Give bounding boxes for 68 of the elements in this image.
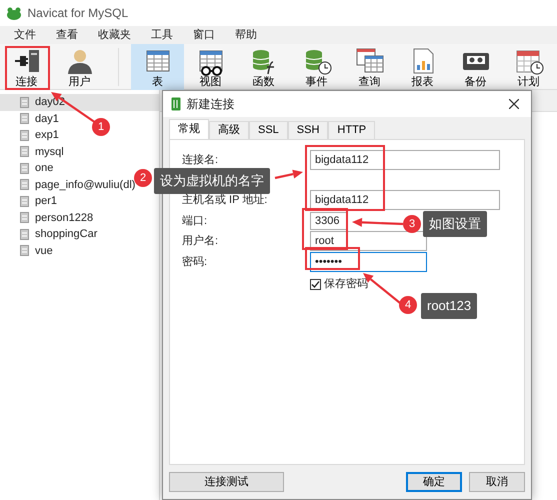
connection-item[interactable]: vue	[0, 242, 53, 259]
field-label: 连接名:	[182, 152, 220, 168]
database-icon	[20, 196, 29, 207]
menu-item[interactable]: 文件	[4, 26, 46, 44]
checkbox[interactable]	[310, 278, 321, 290]
field-label: 密码:	[182, 254, 208, 270]
dialog-title: 新建连接	[186, 96, 236, 113]
database-icon	[20, 146, 29, 158]
connection-item[interactable]: exp1	[0, 127, 59, 144]
toolbar-button[interactable]: 函数	[237, 44, 290, 90]
database-icon	[20, 179, 29, 190]
toolbar-button[interactable]: 查询	[343, 44, 396, 90]
menu-item[interactable]: 工具	[141, 26, 183, 44]
window-title: Navicat for MySQL	[28, 5, 128, 22]
toolbar-button[interactable]: 视图	[184, 44, 237, 90]
connection-item[interactable]: page_info@wuliu(dl)	[0, 176, 136, 193]
input-field[interactable]: bigdata112	[310, 190, 500, 210]
field-label: 用户名:	[182, 234, 220, 249]
toolbar-button[interactable]: 连接	[0, 44, 53, 90]
dialog-button[interactable]: 取消	[469, 472, 525, 492]
connection-item[interactable]: shoppingCar	[0, 226, 98, 242]
toolbar-button[interactable]: 用户	[53, 44, 106, 90]
tab[interactable]: 高级	[209, 121, 249, 139]
checkbox-label: 保存密码	[324, 276, 368, 292]
field-label: 主机名或 IP 地址:	[182, 192, 268, 208]
dialog-button[interactable]: 连接测试	[169, 472, 284, 492]
toolbar-button[interactable]: 表	[131, 44, 184, 90]
toolbar-button[interactable]: 计划	[502, 44, 555, 90]
tab[interactable]: SSL	[249, 121, 288, 139]
app-logo-icon	[6, 6, 22, 20]
toolbar-button[interactable]: 备份	[449, 44, 502, 90]
menu-item[interactable]: 帮助	[225, 26, 267, 44]
database-icon	[20, 228, 29, 240]
database-icon	[20, 162, 29, 174]
dialog-button[interactable]: 确定	[406, 472, 462, 492]
arrow	[274, 170, 303, 180]
input-field[interactable]: bigdata112	[310, 150, 500, 170]
database-icon	[20, 130, 29, 141]
field-label: 端口:	[182, 214, 208, 229]
database-icon	[20, 212, 29, 224]
input-field[interactable]: root	[310, 231, 427, 251]
database-icon	[20, 245, 29, 256]
toolbar-button[interactable]: 报表	[396, 44, 449, 90]
connection-item[interactable]: mysql	[0, 144, 64, 160]
connection-item[interactable]: person1228	[0, 210, 94, 226]
tab[interactable]: HTTP	[328, 121, 376, 139]
tab[interactable]: SSH	[288, 121, 328, 139]
callout-label: root123	[421, 293, 478, 318]
input-field[interactable]: 3306	[310, 212, 348, 230]
callout-label: 设为虚拟机的名字	[154, 168, 270, 194]
database-icon	[20, 96, 29, 108]
connection-item[interactable]: per1	[0, 193, 58, 210]
toolbar-button[interactable]: 事件	[290, 44, 343, 90]
step-number: 2	[134, 169, 152, 187]
database-icon	[20, 113, 29, 124]
step-number: 1	[92, 118, 110, 136]
tab[interactable]: 常规	[169, 119, 209, 139]
connection-item[interactable]: day1	[0, 110, 59, 127]
highlight-frame	[5, 46, 50, 90]
arrow	[352, 218, 404, 227]
menu-item[interactable]: 窗口	[183, 26, 225, 44]
connection-icon	[171, 97, 181, 111]
menu-item[interactable]: 收藏夹	[88, 26, 141, 44]
close-icon	[509, 98, 519, 109]
input-field[interactable]: •••••••	[310, 252, 427, 272]
menu-item[interactable]: 查看	[46, 26, 88, 44]
callout-label: 如图设置	[423, 211, 487, 236]
connection-item[interactable]: one	[0, 160, 54, 176]
